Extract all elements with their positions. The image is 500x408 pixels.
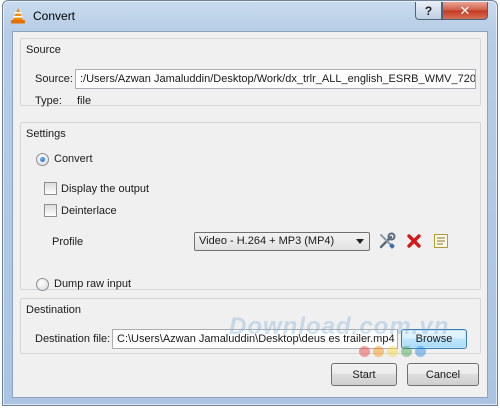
convert-radio-label[interactable]: Convert [54, 153, 93, 165]
source-group: Source Source: :/Users/Azwan Jamaluddin/… [20, 38, 481, 107]
profile-dropdown-value: Video - H.264 + MP3 (MP4) [199, 235, 335, 247]
cancel-button[interactable]: Cancel [407, 363, 479, 386]
watermark-dots [359, 346, 426, 357]
edit-profile-button[interactable] [377, 231, 397, 251]
delete-profile-button[interactable] [404, 231, 424, 251]
deinterlace-label[interactable]: Deinterlace [61, 205, 117, 217]
settings-group-title: Settings [26, 128, 66, 140]
source-label: Source: [35, 73, 73, 85]
chevron-down-icon [356, 239, 364, 244]
dump-raw-input-label[interactable]: Dump raw input [54, 278, 131, 290]
display-output-label[interactable]: Display the output [61, 183, 149, 195]
dump-raw-input-radio[interactable] [36, 278, 49, 291]
dialog-body: Source Source: :/Users/Azwan Jamaluddin/… [12, 31, 488, 398]
title-bar[interactable]: Convert ? ✕ [3, 1, 497, 31]
new-profile-button[interactable] [431, 231, 451, 251]
type-value: file [77, 95, 92, 107]
profile-label: Profile [52, 236, 84, 248]
source-path-field[interactable]: :/Users/Azwan Jamaluddin/Desktop/Work/dx… [75, 69, 476, 89]
profile-dropdown[interactable]: Video - H.264 + MP3 (MP4) [194, 232, 370, 251]
convert-radio[interactable] [36, 153, 49, 166]
wrench-screwdriver-icon [379, 232, 396, 249]
settings-group: Settings Convert Display the output Dein… [20, 122, 481, 291]
window-title: Convert [33, 9, 76, 23]
convert-window: Convert ? ✕ Source Source: :/Users/Azwan… [2, 0, 498, 406]
red-x-delete-icon [407, 234, 421, 248]
source-group-title: Source [26, 44, 61, 56]
destination-group-title: Destination [26, 304, 82, 316]
deinterlace-checkbox[interactable] [44, 204, 57, 217]
start-button[interactable]: Start [331, 363, 397, 386]
new-profile-list-icon [434, 234, 448, 248]
help-button[interactable]: ? [415, 2, 442, 20]
destination-file-label: Destination file: [35, 333, 111, 345]
download-watermark-logo: Download.com.vn [229, 313, 450, 340]
close-button[interactable]: ✕ [442, 2, 488, 20]
display-output-checkbox[interactable] [44, 182, 57, 195]
type-label: Type: [35, 95, 62, 107]
vlc-cone-icon [11, 8, 25, 24]
